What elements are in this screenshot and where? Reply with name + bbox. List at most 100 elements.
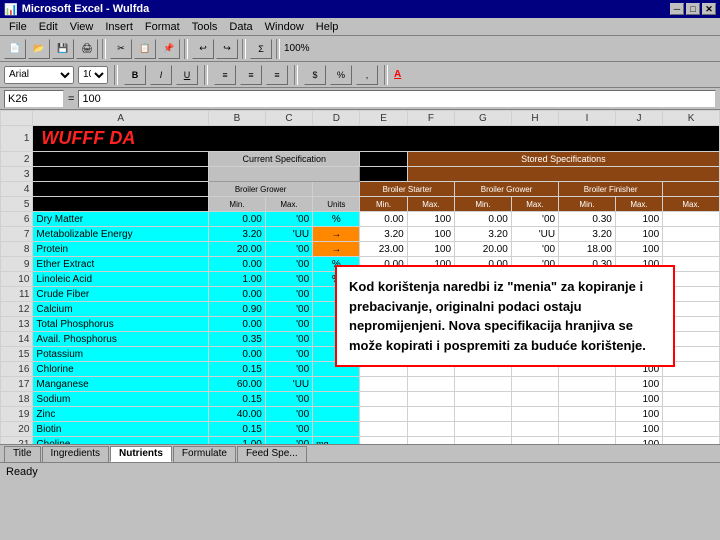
table-row: 2 Current Specification Stored Specifica… (1, 152, 720, 167)
linoleic-acid-label[interactable]: Linoleic Acid (33, 272, 209, 287)
font-size-select[interactable]: 10 (78, 66, 108, 84)
save-button[interactable]: 💾 (52, 39, 74, 59)
col-i-header[interactable]: I (559, 111, 616, 126)
tab-feed-spe[interactable]: Feed Spe... (237, 446, 307, 462)
percent-button[interactable]: % (330, 65, 352, 85)
tab-nutrients[interactable]: Nutrients (110, 446, 172, 462)
min-header-1: Min. (209, 197, 266, 212)
menu-view[interactable]: View (65, 20, 99, 34)
tab-ingredients[interactable]: Ingredients (42, 446, 109, 462)
col-g-header[interactable]: G (455, 111, 512, 126)
min-header-3: Min. (455, 197, 512, 212)
metabolizable-energy-label[interactable]: Metabolizable Energy (33, 227, 209, 242)
currency-button[interactable]: $ (304, 65, 326, 85)
print-button[interactable]: 🖨 (76, 39, 98, 59)
tab-formulate[interactable]: Formulate (173, 446, 236, 462)
manganese-label[interactable]: Manganese (33, 377, 209, 392)
chlorine-label[interactable]: Chlorine (33, 362, 209, 377)
col-k-header[interactable]: K (663, 111, 720, 126)
new-button[interactable]: 📄 (4, 39, 26, 59)
formula-input[interactable]: 100 (78, 90, 716, 108)
col-f-header[interactable]: F (407, 111, 454, 126)
table-row: 4 Broiler Grower Broiler Starter Broiler… (1, 182, 720, 197)
menu-insert[interactable]: Insert (100, 20, 138, 34)
popup-text: Kod korištenja naredbi iz "menia" za kop… (349, 279, 646, 353)
broiler-grower-header: Broiler Grower (209, 182, 313, 197)
crude-fiber-label[interactable]: Crude Fiber (33, 287, 209, 302)
sep7 (294, 65, 298, 85)
comma-button[interactable]: , (356, 65, 378, 85)
redo-button[interactable]: ↪ (216, 39, 238, 59)
toolbar-1: 📄 📂 💾 🖨 ✂ 📋 📌 ↩ ↪ Σ 100% (0, 36, 720, 62)
zoom-label: 100% (284, 43, 310, 54)
align-center-button[interactable]: ≡ (240, 65, 262, 85)
close-button[interactable]: ✕ (702, 3, 716, 15)
copy-button[interactable]: 📋 (134, 39, 156, 59)
row-4-header: 4 (1, 182, 33, 197)
align-right-button[interactable]: ≡ (266, 65, 288, 85)
broiler-grower2-header: Broiler Grower (455, 182, 559, 197)
col-a-header[interactable]: A (33, 111, 209, 126)
min-header-4: Min. (559, 197, 616, 212)
dry-matter-label[interactable]: Dry Matter (33, 212, 209, 227)
broiler-finisher-header: Broiler Finisher (559, 182, 663, 197)
ether-extract-label[interactable]: Ether Extract (33, 257, 209, 272)
col-j-header[interactable]: J (615, 111, 662, 126)
max-header-2: Max. (407, 197, 454, 212)
avail-phosphorus-label[interactable]: Avail. Phosphorus (33, 332, 209, 347)
calcium-label[interactable]: Calcium (33, 302, 209, 317)
col-d-header[interactable]: D (313, 111, 360, 126)
undo-button[interactable]: ↩ (192, 39, 214, 59)
menu-window[interactable]: Window (260, 20, 309, 34)
tab-title[interactable]: Title (4, 446, 41, 462)
sep6 (204, 65, 208, 85)
zinc-label[interactable]: Zinc (33, 407, 209, 422)
bold-button[interactable]: B (124, 65, 146, 85)
protein-label[interactable]: Protein (33, 242, 209, 257)
equals-sign: = (68, 93, 74, 105)
table-row: 20 Biotin 0.15 '00 100 (1, 422, 720, 437)
sep5 (114, 65, 118, 85)
menu-file[interactable]: File (4, 20, 32, 34)
menu-help[interactable]: Help (311, 20, 344, 34)
sep1 (102, 39, 106, 59)
row-3-header: 3 (1, 167, 33, 182)
formula-bar: K26 = 100 (0, 88, 720, 110)
col-h-header[interactable]: H (511, 111, 558, 126)
info-popup: Kod korištenja naredbi iz "menia" za kop… (335, 265, 675, 367)
open-button[interactable]: 📂 (28, 39, 50, 59)
cut-button[interactable]: ✂ (110, 39, 132, 59)
align-left-button[interactable]: ≡ (214, 65, 236, 85)
max-header-4: Max. (615, 197, 662, 212)
broiler-starter-header: Broiler Starter (360, 182, 455, 197)
menu-tools[interactable]: Tools (187, 20, 223, 34)
table-row: 1 WUFFF DA (1, 126, 720, 152)
font-select[interactable]: Arial (4, 66, 74, 84)
min-header-2: Min. (360, 197, 407, 212)
table-row: 7 Metabolizable Energy 3.20 'UU → 3.20 1… (1, 227, 720, 242)
minimize-button[interactable]: ─ (670, 3, 684, 15)
status-text: Ready (6, 466, 38, 478)
units-header: Units (313, 197, 360, 212)
sodium-label[interactable]: Sodium (33, 392, 209, 407)
menu-edit[interactable]: Edit (34, 20, 63, 34)
underline-button[interactable]: U (176, 65, 198, 85)
sep2 (184, 39, 188, 59)
choline-label[interactable]: Choline (33, 437, 209, 445)
potassium-label[interactable]: Potassium (33, 347, 209, 362)
menu-data[interactable]: Data (224, 20, 257, 34)
biotin-label[interactable]: Biotin (33, 422, 209, 437)
maximize-button[interactable]: □ (686, 3, 700, 15)
col-e-header[interactable]: E (360, 111, 407, 126)
menu-format[interactable]: Format (140, 20, 185, 34)
sep3 (242, 39, 246, 59)
paste-button[interactable]: 📌 (158, 39, 180, 59)
col-c-header[interactable]: C (265, 111, 312, 126)
col-b-header[interactable]: B (209, 111, 266, 126)
title-bar-left: 📊 Microsoft Excel - Wulfda (4, 3, 149, 16)
italic-button[interactable]: I (150, 65, 172, 85)
sum-button[interactable]: Σ (250, 39, 272, 59)
app-icon: 📊 (4, 3, 18, 16)
total-phosphorus-label[interactable]: Total Phosphorus (33, 317, 209, 332)
cell-reference[interactable]: K26 (4, 90, 64, 108)
